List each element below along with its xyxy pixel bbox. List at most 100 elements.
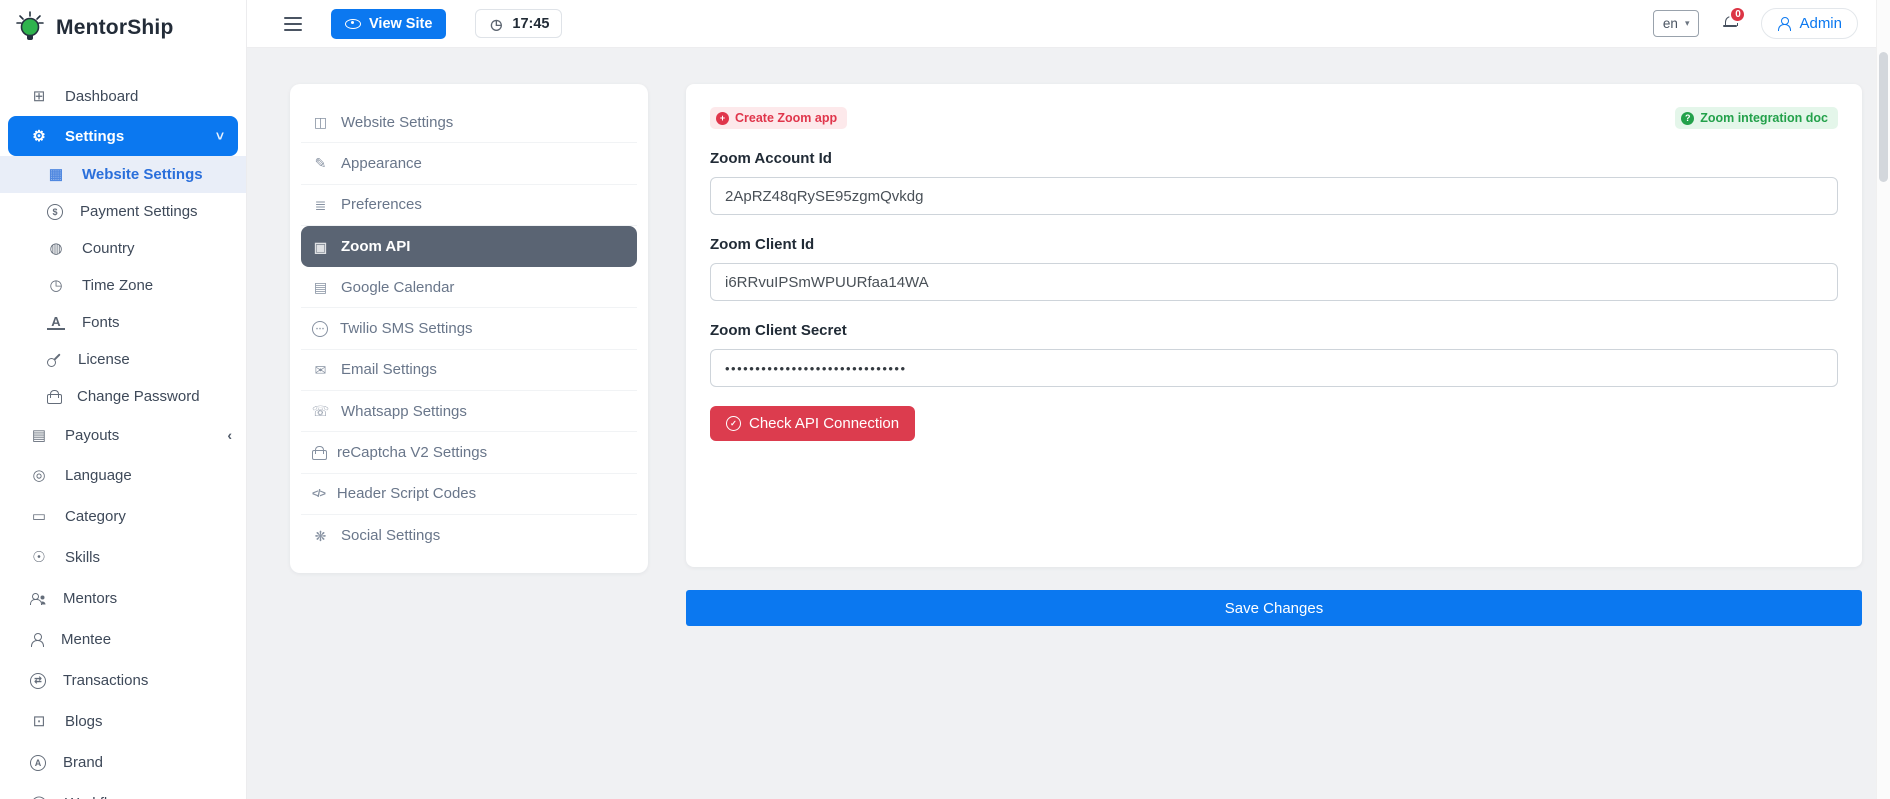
zoom-client-id-label: Zoom Client Id [710, 236, 1838, 253]
sidebar-item-country[interactable]: ◍ Country [0, 230, 246, 267]
eye-icon [345, 19, 361, 29]
user-icon [1777, 17, 1791, 31]
sidebar-item-fonts[interactable]: A Fonts [0, 304, 246, 341]
wallet-icon: ▤ [30, 428, 48, 443]
lock-icon [47, 390, 60, 404]
sidebar-item-dashboard[interactable]: ⊞ Dashboard [0, 76, 246, 116]
settings-subnav-card: ◫ Website Settings ✎ Appearance ≣ Prefer… [290, 84, 648, 573]
globe-outline-icon: ◎ [30, 468, 48, 483]
topbar: View Site ◷ 17:45 en ▾ 0 Admin [247, 0, 1890, 48]
subnav-item-social-settings[interactable]: ❋ Social Settings [301, 515, 637, 556]
notifications-button[interactable]: 0 [1723, 15, 1737, 35]
zoom-account-id-input[interactable] [710, 177, 1838, 215]
chevron-down-icon: ˅ [216, 128, 224, 144]
brand-name: MentorShip [56, 16, 174, 40]
key-icon [47, 353, 61, 367]
subnav-item-label: Social Settings [341, 527, 440, 544]
id-card-icon: ▣ [312, 240, 329, 254]
sidebar-item-label: Blogs [65, 713, 232, 730]
sliders-icon: ≣ [312, 198, 329, 212]
calendar-icon: ▤ [312, 280, 329, 294]
subnav-item-google-calendar[interactable]: ▤ Google Calendar [301, 267, 637, 308]
lock-icon [312, 446, 325, 460]
sidebar-item-blogs[interactable]: ⊡ Blogs [0, 701, 246, 742]
sidebar-item-website-settings[interactable]: ▦ Website Settings [0, 156, 246, 193]
question-circle-icon: ? [1681, 112, 1694, 125]
zoom-client-secret-label: Zoom Client Secret [710, 322, 1838, 339]
time-value: 17:45 [512, 16, 549, 32]
subnav-item-zoom-api[interactable]: ▣ Zoom API [301, 226, 637, 267]
language-select[interactable]: en ▾ [1653, 10, 1700, 37]
gear-icon: ⚙ [30, 129, 48, 144]
sidebar-item-language[interactable]: ◎ Language [0, 455, 246, 496]
sidebar-item-workflow[interactable]: ◯ Workflow [0, 783, 246, 799]
scrollbar-thumb[interactable] [1879, 52, 1888, 182]
sidebar-item-label: Payment Settings [80, 203, 232, 220]
subnav-item-label: Email Settings [341, 361, 437, 378]
badge-row: + Create Zoom app ? Zoom integration doc [710, 107, 1838, 129]
topbar-right: en ▾ 0 Admin [1653, 8, 1890, 39]
zoom-integration-doc-link[interactable]: ? Zoom integration doc [1675, 107, 1838, 129]
chat-bubble-icon: ⋯ [312, 321, 328, 337]
sidebar-item-settings[interactable]: ⚙ Settings ˅ [8, 116, 238, 156]
sidebar-item-label: Country [82, 240, 232, 257]
sidebar-item-license[interactable]: License [0, 341, 246, 378]
users-icon [30, 592, 46, 606]
zoom-client-secret-input[interactable] [710, 349, 1838, 387]
subnav-item-whatsapp-settings[interactable]: ☏ Whatsapp Settings [301, 391, 637, 432]
subnav-item-website-settings[interactable]: ◫ Website Settings [301, 102, 637, 143]
caret-down-icon: ▾ [1685, 18, 1690, 29]
subnav-item-header-scripts[interactable]: </> Header Script Codes [301, 474, 637, 515]
sidebar-item-mentors[interactable]: Mentors [0, 578, 246, 619]
sidebar-item-label: Time Zone [82, 277, 232, 294]
create-zoom-app-label: Create Zoom app [735, 111, 837, 125]
hamburger-menu-icon[interactable] [284, 23, 302, 25]
subnav-item-label: Website Settings [341, 114, 453, 131]
user-icon [30, 633, 44, 647]
zoom-api-panel: + Create Zoom app ? Zoom integration doc… [686, 84, 1862, 567]
image-icon: ⊡ [30, 714, 48, 729]
sidebar-item-change-password[interactable]: Change Password [0, 378, 246, 415]
admin-menu-button[interactable]: Admin [1761, 8, 1858, 39]
brand-logo[interactable]: MentorShip [0, 0, 246, 56]
time-badge: ◷ 17:45 [475, 9, 561, 38]
sidebar-item-time-zone[interactable]: ◷ Time Zone [0, 267, 246, 304]
subnav-item-preferences[interactable]: ≣ Preferences [301, 185, 637, 226]
check-api-connection-button[interactable]: ✓ Check API Connection [710, 406, 915, 441]
subnav-item-email-settings[interactable]: ✉ Email Settings [301, 350, 637, 391]
subnav-item-twilio-sms[interactable]: ⋯ Twilio SMS Settings [301, 308, 637, 349]
subnav-item-label: Appearance [341, 155, 422, 172]
sidebar-item-category[interactable]: ▭ Category [0, 496, 246, 537]
sidebar-item-payouts[interactable]: ▤ Payouts ‹ [0, 415, 246, 455]
sidebar-menu: ⊞ Dashboard ⚙ Settings ˅ ▦ Website Setti… [0, 56, 246, 799]
view-site-button[interactable]: View Site [331, 9, 446, 39]
sidebar-item-transactions[interactable]: ⇄ Transactions [0, 660, 246, 701]
sidebar-item-payment-settings[interactable]: $ Payment Settings [0, 193, 246, 230]
dashboard-grid-icon: ⊞ [30, 89, 48, 104]
zoom-integration-doc-label: Zoom integration doc [1700, 111, 1828, 125]
zoom-client-id-input[interactable] [710, 263, 1838, 301]
sidebar-item-skills[interactable]: ☉ Skills [0, 537, 246, 578]
lightbulb-logo-icon [14, 10, 46, 46]
check-api-connection-label: Check API Connection [749, 415, 899, 432]
layout-icon: ◫ [312, 115, 329, 129]
sidebar-item-label: Mentors [63, 590, 232, 607]
subnav-item-recaptcha[interactable]: reCaptcha V2 Settings [301, 432, 637, 473]
whatsapp-icon: ☏ [312, 404, 329, 418]
check-circle-icon: ✓ [726, 416, 741, 431]
sidebar-item-label: License [78, 351, 232, 368]
envelope-icon: ✉ [312, 363, 329, 377]
sidebar-item-brand[interactable]: A Brand [0, 742, 246, 783]
sidebar-item-label: Mentee [61, 631, 232, 648]
scrollbar-track [1876, 0, 1890, 799]
create-zoom-app-link[interactable]: + Create Zoom app [710, 107, 847, 129]
subnav-item-appearance[interactable]: ✎ Appearance [301, 143, 637, 184]
sidebar-item-mentee[interactable]: Mentee [0, 619, 246, 660]
sidebar-item-label: Change Password [77, 388, 232, 405]
view-site-label: View Site [369, 16, 432, 32]
page: MentorShip ⊞ Dashboard ⚙ Settings ˅ ▦ We… [0, 0, 1890, 799]
admin-label: Admin [1799, 15, 1842, 32]
transactions-icon: ⇄ [30, 673, 46, 689]
save-changes-button[interactable]: Save Changes [686, 590, 1862, 626]
folder-icon: ▭ [30, 509, 48, 524]
